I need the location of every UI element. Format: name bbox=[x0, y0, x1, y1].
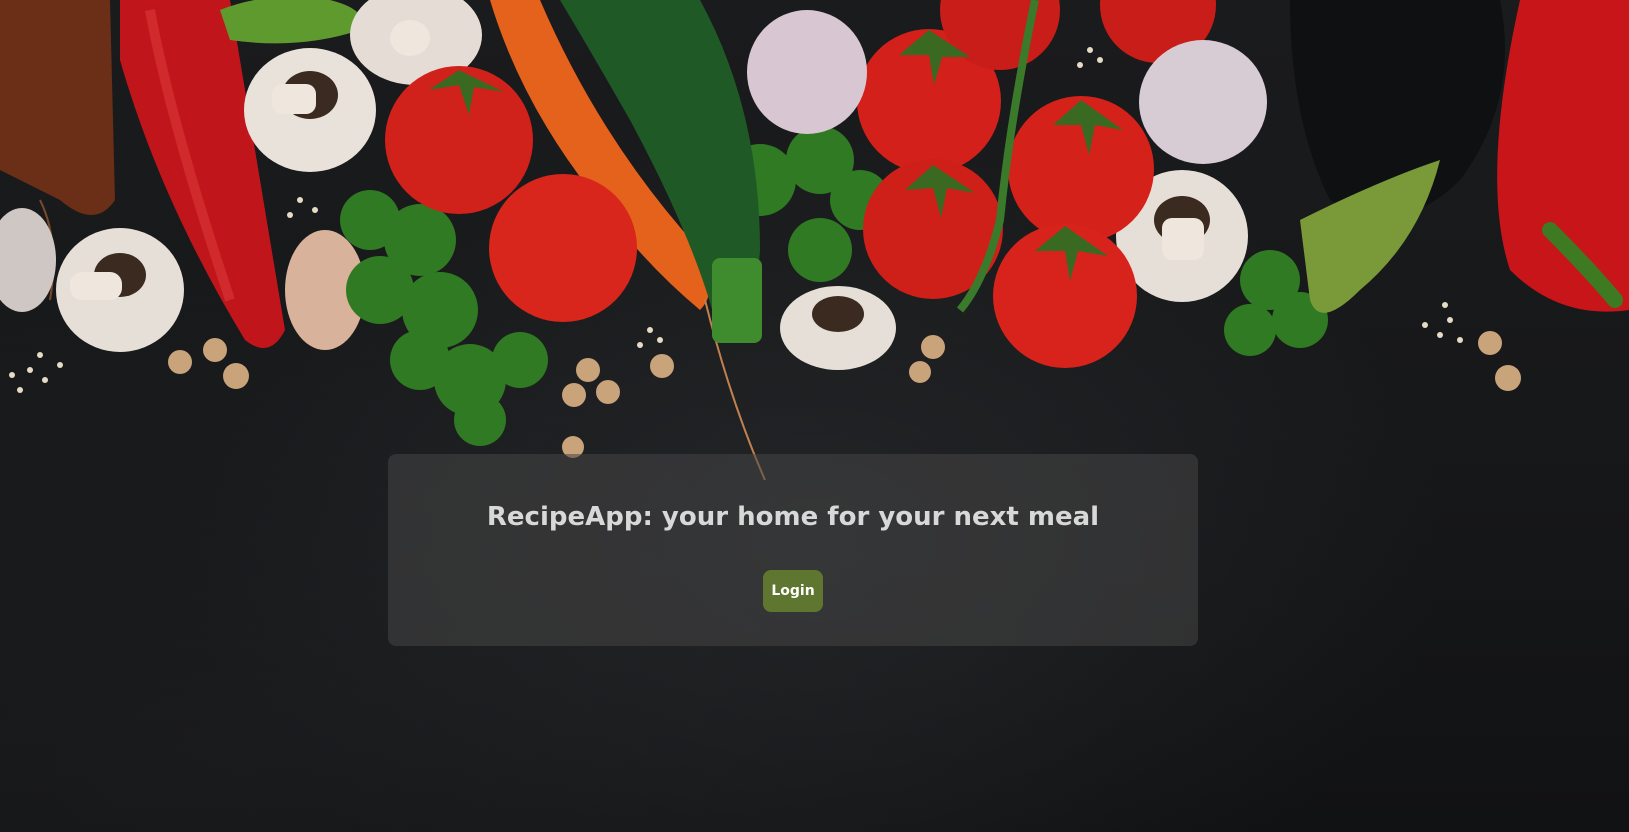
vegetables-background-image bbox=[0, 0, 1629, 480]
login-button[interactable]: Login bbox=[763, 570, 823, 612]
welcome-card: RecipeApp: your home for your next meal … bbox=[388, 454, 1198, 646]
page-title: RecipeApp: your home for your next meal bbox=[486, 502, 1100, 532]
landing-page: RecipeApp: your home for your next meal … bbox=[0, 0, 1629, 832]
